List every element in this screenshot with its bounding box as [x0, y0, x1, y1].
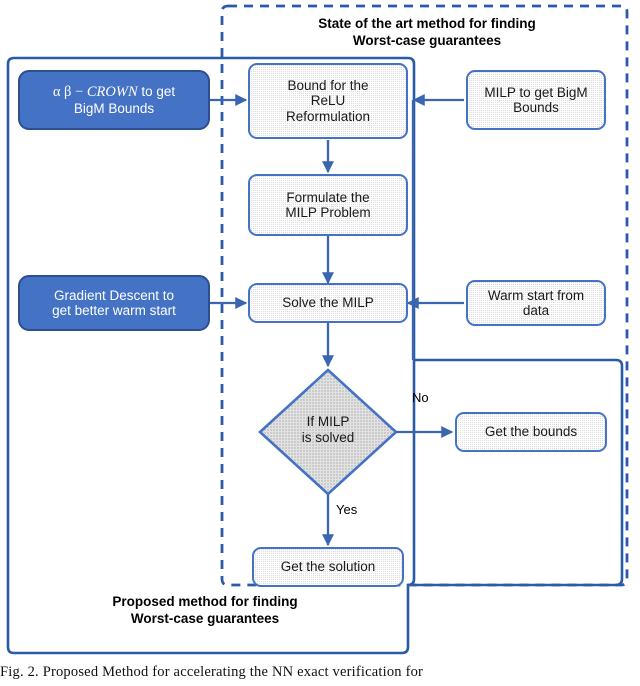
- node-crown-bigm-bounds-text: α β − CROWN to get BigM Bounds: [20, 84, 208, 115]
- node-solve-line1: Solve the MILP: [282, 295, 374, 311]
- crown-greek-symbols: α β: [52, 84, 72, 101]
- node-bound-relu-reformulation[interactable]: Bound for the ReLU Reformulation: [248, 63, 408, 139]
- node-warm-start-from-data[interactable]: Warm start from data: [466, 280, 606, 326]
- state-of-art-title-line2: Worst-case guarantees: [352, 32, 502, 48]
- node-getbounds-line1: Get the bounds: [484, 424, 578, 440]
- proposed-region-title: Proposed method for finding Worst-case g…: [40, 594, 370, 628]
- state-of-art-title-line1: State of the art method for finding: [318, 16, 536, 31]
- node-warmstart-text: Warm start from data: [468, 288, 604, 318]
- node-gradient-descent-warm-start[interactable]: Gradient Descent to get better warm star…: [18, 275, 210, 331]
- node-warmstart-line1: Warm start from: [487, 287, 585, 303]
- node-bound-line3: Reformulation: [285, 108, 371, 124]
- edge-label-yes: Yes: [336, 502, 358, 517]
- node-milp-bigm-bounds[interactable]: MILP to get BigM Bounds: [466, 70, 606, 130]
- node-crown-bigm-bounds[interactable]: α β − CROWN to get BigM Bounds: [18, 70, 210, 130]
- proposed-title-line1: Proposed method for finding: [112, 594, 298, 609]
- crown-dash: −: [71, 84, 87, 101]
- node-formulate-text: Formulate the MILP Problem: [250, 190, 406, 220]
- proposed-method-container-right-outline: [414, 358, 624, 587]
- node-formulate-line1: Formulate the: [286, 189, 370, 205]
- decision-line1: If MILP: [306, 414, 350, 429]
- node-formulate-line2: MILP Problem: [285, 205, 371, 220]
- node-get-the-bounds[interactable]: Get the bounds: [455, 412, 607, 452]
- node-solve-text: Solve the MILP: [250, 295, 406, 310]
- crown-line1-tail: to get: [137, 84, 176, 100]
- node-bound-line2: ReLU: [310, 93, 346, 109]
- node-milpbigm-line2: Bounds: [513, 100, 559, 115]
- node-crown-line1: α β − CROWN to get: [24, 84, 204, 100]
- node-getbounds-text: Get the bounds: [457, 424, 605, 439]
- node-bound-line1: Bound for the: [287, 78, 369, 94]
- edge-label-no: No: [412, 390, 429, 405]
- node-milpbigm-line1: MILP to get BigM: [484, 84, 588, 100]
- crown-italic-name: CROWN: [86, 84, 138, 101]
- node-warmstart-line2: data: [522, 303, 550, 318]
- node-crown-line2: BigM Bounds: [73, 100, 155, 116]
- node-formulate-milp-problem[interactable]: Formulate the MILP Problem: [248, 174, 408, 236]
- node-gradient-line2: get better warm start: [52, 303, 176, 318]
- node-getsolution-text: Get the solution: [254, 559, 402, 574]
- decision-diamond-label: If MILP is solved: [260, 414, 396, 445]
- node-get-the-solution[interactable]: Get the solution: [252, 547, 404, 587]
- node-getsolution-line1: Get the solution: [280, 559, 376, 575]
- proposed-title-line2: Worst-case guarantees: [130, 610, 280, 626]
- decision-line2: is solved: [301, 429, 355, 445]
- figure-canvas: State of the art method for finding Wors…: [0, 0, 640, 686]
- node-solve-the-milp[interactable]: Solve the MILP: [248, 283, 408, 323]
- figure-caption: Fig. 2. Proposed Method for accelerating…: [0, 664, 424, 680]
- node-bound-relu-text: Bound for the ReLU Reformulation: [250, 78, 406, 123]
- node-milp-bigm-text: MILP to get BigM Bounds: [468, 85, 604, 115]
- node-gradient-line1: Gradient Descent to: [53, 287, 175, 303]
- state-of-art-region-title: State of the art method for finding Wors…: [228, 16, 626, 50]
- node-gradient-text: Gradient Descent to get better warm star…: [20, 288, 208, 318]
